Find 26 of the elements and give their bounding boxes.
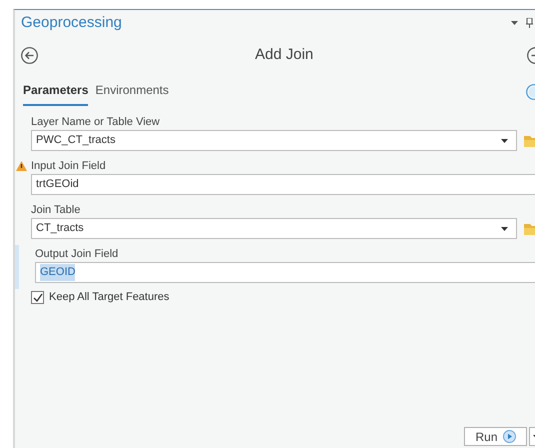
field-value: GEOID <box>40 264 76 281</box>
pane-title: Geoprocessing <box>21 12 122 33</box>
run-button[interactable]: Run <box>464 427 527 446</box>
parameter-label: Input Join Field <box>31 159 107 174</box>
play-icon <box>502 430 516 443</box>
dropdown-field[interactable]: trtGEOid <box>31 174 535 195</box>
field-value: PWC_CT_tracts <box>36 133 116 148</box>
dropdown-caret-icon <box>501 138 508 142</box>
parameter-label: Output Join Field <box>35 247 120 262</box>
dropdown-caret-icon <box>501 226 508 230</box>
tab[interactable]: Environments <box>95 81 169 106</box>
back-icon[interactable] <box>21 46 38 64</box>
tab[interactable]: Parameters <box>23 81 88 106</box>
pin-icon[interactable] <box>526 18 533 28</box>
dropdown-field[interactable]: PWC_CT_tracts <box>31 130 517 151</box>
dropdown-field[interactable]: GEOID <box>35 262 535 283</box>
dropdown-field[interactable]: CT_tracts <box>31 218 517 239</box>
field-value: CT_tracts <box>36 221 84 236</box>
check-icon <box>32 292 42 302</box>
tool-title: Add Join <box>255 44 314 65</box>
checkbox-label: Keep All Target Features <box>49 290 170 305</box>
field-value: trtGEOid <box>36 177 79 192</box>
dropdown-caret-icon[interactable] <box>511 21 518 25</box>
checkbox[interactable] <box>31 290 44 304</box>
parameter-label: Join Table <box>31 203 82 218</box>
parameter-label: Layer Name or Table View <box>31 115 161 130</box>
